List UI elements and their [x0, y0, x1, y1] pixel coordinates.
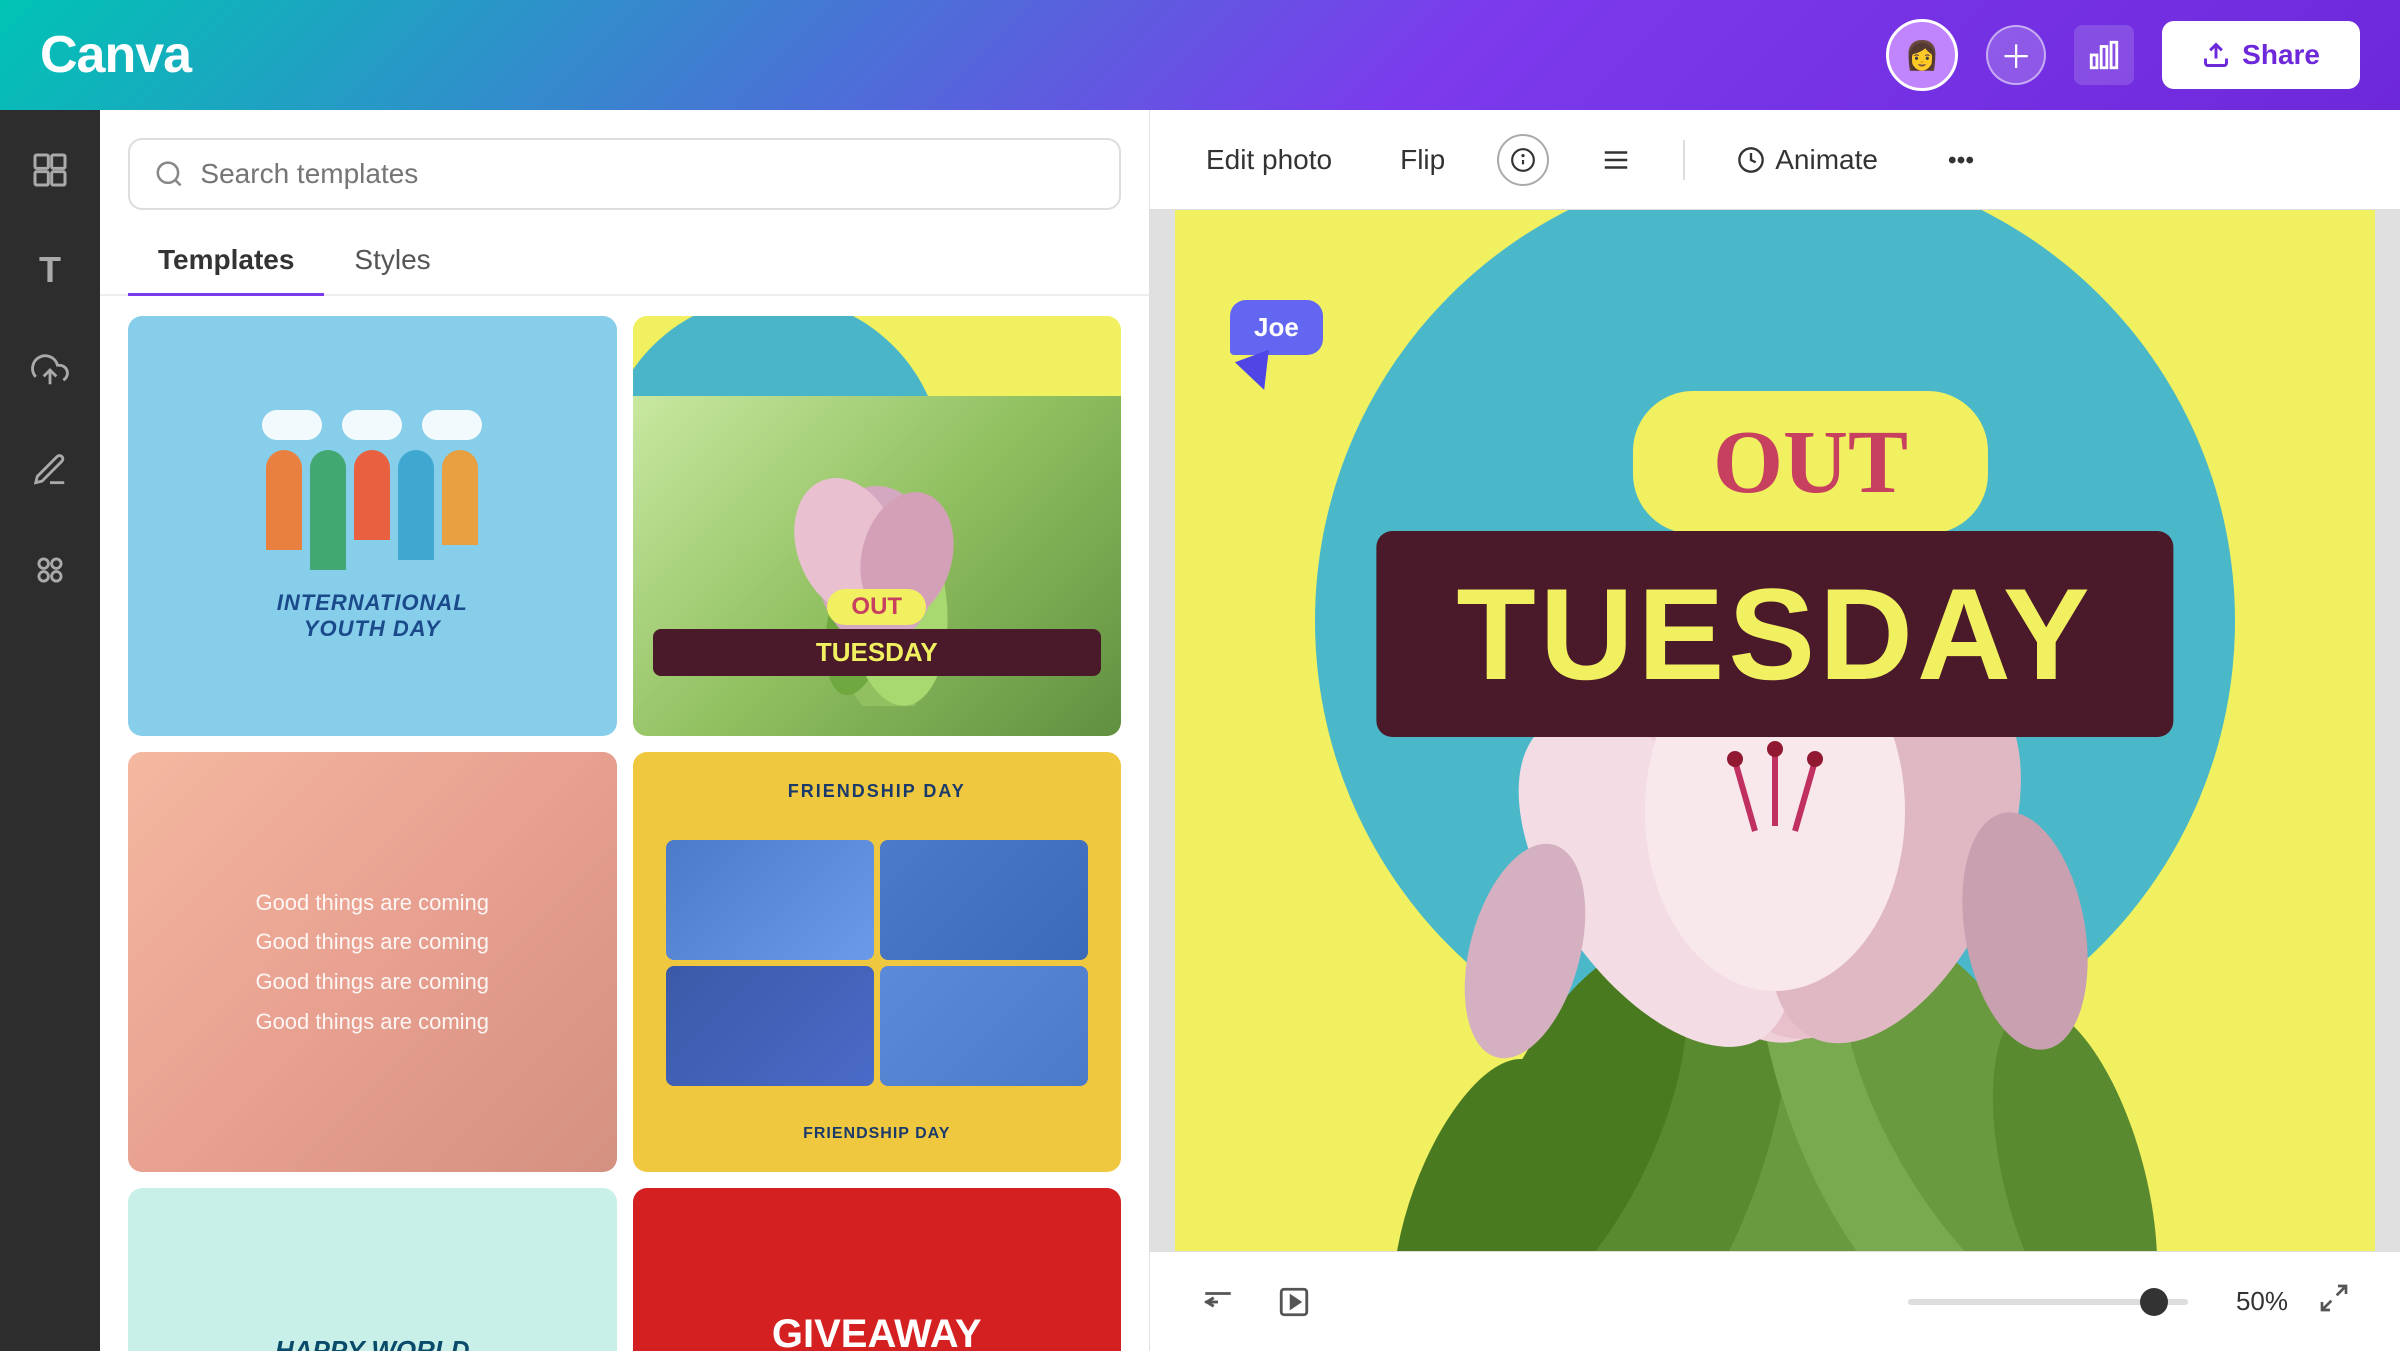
sidebar-item-elements[interactable]: [20, 140, 80, 200]
main-layout: T: [0, 110, 2400, 1351]
canvas-container[interactable]: Joe: [1150, 210, 2400, 1251]
template-card-tuesday[interactable]: OUT TUESDAY: [633, 316, 1122, 736]
zoom-thumb[interactable]: [2140, 1288, 2168, 1316]
tab-templates[interactable]: Templates: [128, 226, 324, 294]
share-button[interactable]: Share: [2162, 21, 2360, 89]
good-text: Good things are coming Good things are c…: [255, 883, 489, 1041]
bottom-left-controls: [1190, 1274, 1322, 1330]
canvas-toolbar: Edit photo Flip: [1150, 110, 2400, 210]
template-card-ocean[interactable]: HAPPY WORLDOCEAN DAY: [128, 1188, 617, 1351]
zoom-slider[interactable]: [1908, 1299, 2188, 1305]
search-icon: [154, 158, 184, 190]
edit-photo-button[interactable]: Edit photo: [1190, 134, 1348, 186]
search-input[interactable]: [200, 158, 1095, 190]
sidebar-item-text[interactable]: T: [20, 240, 80, 300]
zoom-controls: 50%: [1908, 1272, 2360, 1331]
template-panel: Templates Styles INTERNATIONALYOUTH DAY: [100, 110, 1150, 1351]
sidebar-icons: T: [0, 110, 100, 1351]
friendship-header: FRIENDSHIP DAY: [643, 781, 1112, 802]
canva-logo: Canva: [40, 25, 191, 85]
info-button[interactable]: [1497, 134, 1549, 186]
out-badge-small: OUT: [827, 589, 926, 625]
ocean-text: HAPPY WORLDOCEAN DAY: [275, 1332, 470, 1351]
more-options-button[interactable]: [1930, 135, 1992, 185]
joe-cursor-bubble: Joe: [1230, 300, 1323, 355]
layout-button[interactable]: [1585, 135, 1647, 185]
play-button[interactable]: [1266, 1274, 1322, 1330]
template-card-good[interactable]: Good things are coming Good things are c…: [128, 752, 617, 1172]
add-button[interactable]: ＋: [1986, 25, 2046, 85]
joe-label: Joe: [1230, 300, 1323, 355]
template-card-friendship[interactable]: FRIENDSHIP DAY FRIENDSHIP DAY: [633, 752, 1122, 1172]
toolbar-divider: [1683, 140, 1685, 180]
canvas-out-badge: OUT: [1633, 391, 1988, 534]
bottom-bar: 50%: [1150, 1251, 2400, 1351]
search-bar[interactable]: [128, 138, 1121, 210]
user-avatar[interactable]: 👩: [1886, 19, 1958, 91]
nav-right: 👩 ＋ Share: [1886, 19, 2360, 91]
design-canvas[interactable]: OUT TUESDAY: [1175, 210, 2375, 1251]
sidebar-item-draw[interactable]: [20, 440, 80, 500]
tuesday-label-small: TUESDAY: [653, 629, 1102, 676]
search-bar-container: [100, 110, 1149, 226]
zoom-label: 50%: [2208, 1286, 2288, 1317]
friendship-photos: [666, 840, 1088, 1086]
giveaway-title: GIVEAWAY: [772, 1312, 982, 1351]
flip-button[interactable]: Flip: [1384, 134, 1461, 186]
tuesday-flower: [633, 396, 1122, 736]
youth-figures: [266, 450, 478, 570]
tuesday-text-overlay: OUT TUESDAY: [653, 589, 1102, 676]
youth-clouds: [262, 410, 482, 440]
present-button[interactable]: [1190, 1274, 1246, 1330]
template-card-youth[interactable]: INTERNATIONALYOUTH DAY: [128, 316, 617, 736]
tab-styles[interactable]: Styles: [324, 226, 460, 294]
fullscreen-button[interactable]: [2308, 1272, 2360, 1331]
canvas-tuesday-bar: TUESDAY: [1376, 531, 2173, 737]
youth-text: INTERNATIONALYOUTH DAY: [277, 590, 468, 642]
animate-button[interactable]: Animate: [1721, 134, 1894, 186]
analytics-icon[interactable]: [2074, 25, 2134, 85]
friendship-footer: FRIENDSHIP DAY: [803, 1125, 950, 1143]
sidebar-item-upload[interactable]: [20, 340, 80, 400]
template-grid: INTERNATIONALYOUTH DAY OUT: [100, 296, 1149, 1351]
top-nav: Canva 👩 ＋ Share: [0, 0, 2400, 110]
sidebar-item-apps[interactable]: [20, 540, 80, 600]
tabs-row: Templates Styles: [100, 226, 1149, 296]
canvas-area: Edit photo Flip: [1150, 110, 2400, 1351]
template-card-giveaway[interactable]: GIVEAWAY Win the easy way: [633, 1188, 1122, 1351]
